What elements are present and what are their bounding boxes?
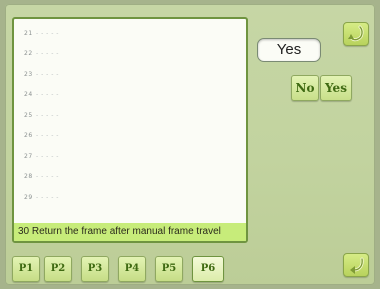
list-item[interactable]: 27- - - - -: [14, 146, 246, 167]
list-item-text: - - - - -: [36, 132, 59, 140]
list-item-number: 24: [24, 91, 33, 99]
list-item-text: - - - - -: [36, 111, 59, 119]
list-item[interactable]: 25- - - - -: [14, 105, 246, 126]
list-item[interactable]: 29- - - - -: [14, 187, 246, 208]
list-item-text: - - - - -: [36, 70, 59, 78]
back-button[interactable]: [343, 253, 369, 277]
list-item-text: - - - - -: [36, 29, 59, 37]
return-arrow-icon: [348, 25, 364, 42]
return-button[interactable]: [343, 22, 369, 46]
list-item-number: 21: [24, 29, 33, 37]
yes-button[interactable]: Yes: [320, 75, 352, 101]
list-item-text: - - - - -: [36, 193, 59, 201]
tab-p5[interactable]: P5: [155, 256, 183, 282]
list-item-number: 27: [24, 152, 33, 160]
list-item-number: 25: [24, 111, 33, 119]
list-item[interactable]: 28- - - - -: [14, 167, 246, 188]
list-item-text: - - - - -: [36, 152, 59, 160]
selected-parameter-bar[interactable]: 30 Return the frame after manual frame t…: [14, 223, 246, 241]
no-button[interactable]: No: [291, 75, 319, 101]
tab-p2[interactable]: P2: [44, 256, 72, 282]
list-item[interactable]: 26- - - - -: [14, 126, 246, 147]
tab-p4[interactable]: P4: [118, 256, 146, 282]
list-item-number: 22: [24, 50, 33, 58]
tab-p1[interactable]: P1: [12, 256, 40, 282]
tab-p6[interactable]: P6: [192, 256, 224, 282]
list-item-text: - - - - -: [36, 50, 59, 58]
list-item-number: 29: [24, 193, 33, 201]
list-item-text: - - - - -: [36, 91, 59, 99]
list-item-text: - - - - -: [36, 173, 59, 181]
current-value-display: Yes: [257, 38, 321, 62]
tab-p3[interactable]: P3: [81, 256, 109, 282]
back-arrow-icon: [350, 257, 364, 274]
list-item[interactable]: 24- - - - -: [14, 85, 246, 106]
list-item[interactable]: 21- - - - -: [14, 23, 246, 44]
list-item-number: 26: [24, 132, 33, 140]
list-item[interactable]: 23- - - - -: [14, 64, 246, 85]
list-item-number: 23: [24, 70, 33, 78]
parameter-list: 21- - - - - 22- - - - - 23- - - - - 24- …: [14, 23, 246, 208]
parameter-list-panel: 21- - - - - 22- - - - - 23- - - - - 24- …: [12, 17, 248, 243]
list-item-number: 28: [24, 173, 33, 181]
list-item[interactable]: 22- - - - -: [14, 44, 246, 65]
